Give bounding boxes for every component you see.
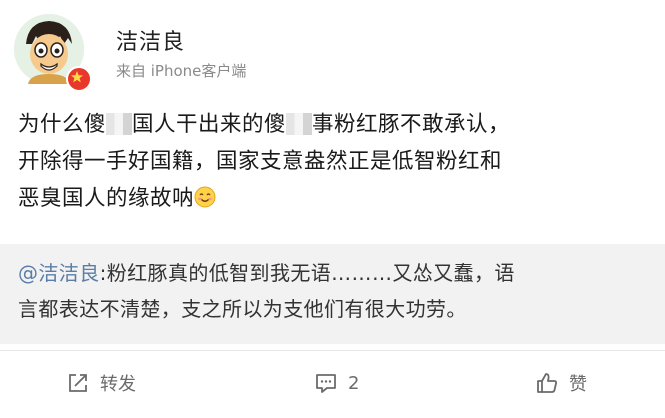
post-text-segment: 恶臭国人的缘故呐 [18, 186, 195, 211]
post-text-segment: 国人干出来的傻 [132, 112, 287, 137]
post-text-segment: 为什么傻 [18, 112, 107, 137]
thumbs-up-icon [537, 373, 557, 393]
username[interactable]: 洁洁良 [116, 24, 185, 56]
post-header: 洁洁良 来自 iPhone客户端 [14, 10, 654, 92]
repost-text-line-2: 言都表达不清楚，支之所以为支他们有很大功劳。 [18, 297, 467, 321]
like-button[interactable]: 赞 [535, 369, 587, 397]
post-text: 为什么傻 国人干出来的傻 事粉红豚不敢承认， 开除得一手好国籍，国家支意盎然正是低智… [18, 106, 648, 217]
user-mention[interactable]: @洁洁良 [18, 261, 100, 285]
repost-box[interactable]: @洁洁良:粉红豚真的低智到我无语………又怂又蠢，语 言都表达不清楚，支之所以为支… [0, 244, 665, 344]
comment-icon [316, 374, 336, 393]
repost-text-line-1: @洁洁良:粉红豚真的低智到我无语………又怂又蠢，语 [18, 255, 652, 291]
avatar[interactable] [14, 14, 92, 92]
vip-badge [66, 66, 92, 92]
post-source: 来自 iPhone客户端 [116, 62, 247, 80]
repost-text: @洁洁良:粉红豚真的低智到我无语………又怂又蠢，语 言都表达不清楚，支之所以为支… [18, 255, 652, 327]
repost-text-segment: :粉红豚真的低智到我无语………又怂又蠢，语 [99, 261, 515, 285]
post-text-line-1: 为什么傻 国人干出来的傻 事粉红豚不敢承认， [18, 106, 648, 143]
post-text-line-2: 开除得一手好国籍，国家支意盎然正是低智粉红和 [18, 149, 503, 174]
censor-mosaic [106, 113, 133, 135]
comment-button[interactable]: 2 [314, 369, 359, 397]
action-bar: 转发 2 赞 [0, 350, 665, 415]
post-text-segment: 事粉红豚不敢承认， [312, 112, 511, 137]
smile-emoji-icon [194, 186, 216, 208]
repost-label: 转发 [100, 374, 136, 395]
comment-count: 2 [348, 372, 360, 394]
star-icon [71, 71, 83, 83]
repost-icon [69, 374, 87, 392]
censor-mosaic [286, 113, 313, 135]
repost-button[interactable]: 转发 [66, 369, 136, 397]
post-text-line-3: 恶臭国人的缘故呐 [18, 180, 648, 217]
like-label: 赞 [569, 374, 587, 395]
